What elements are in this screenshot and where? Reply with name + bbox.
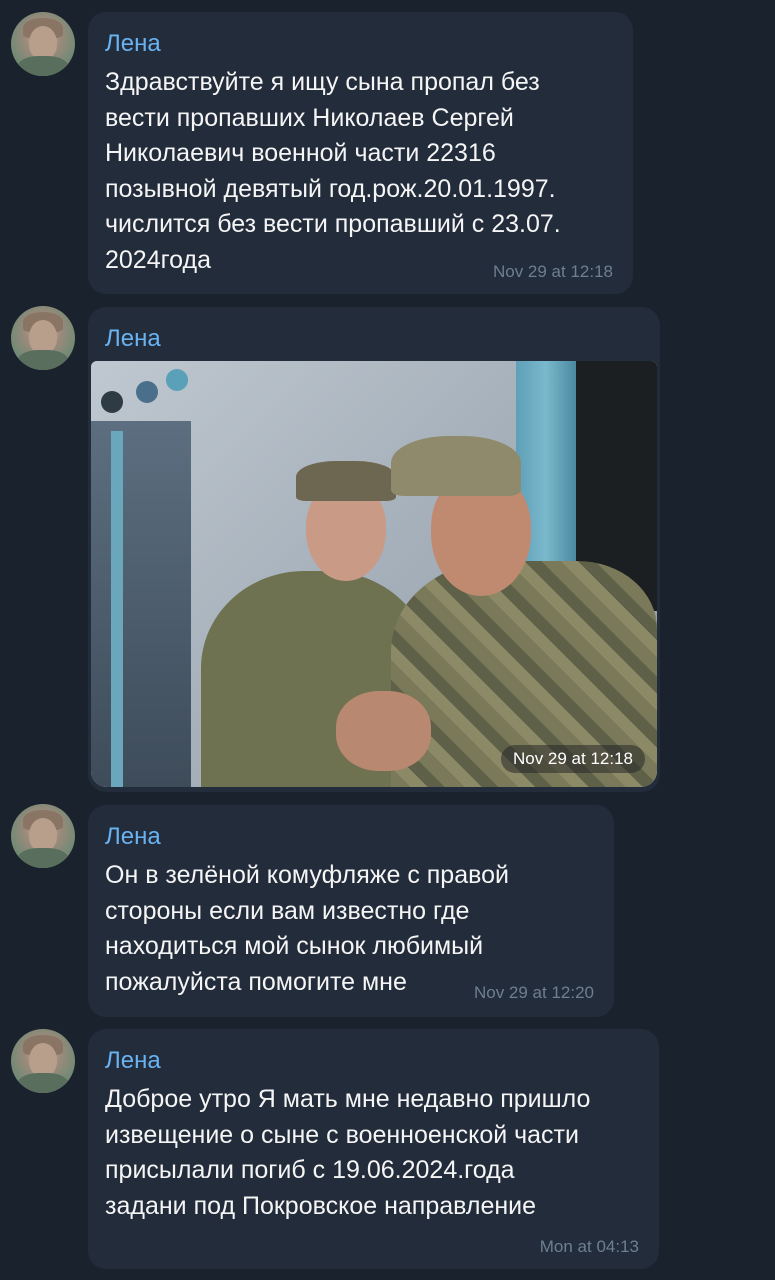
sender-avatar[interactable]	[11, 12, 75, 76]
message-bubble-4[interactable]: Лена Доброе утро Я мать мне недавно приш…	[88, 1029, 659, 1269]
message-text: Здравствуйте я ищу сына пропал без вести…	[105, 68, 561, 274]
message-bubble-2[interactable]: Лена Nov 29 at 12:18	[88, 307, 660, 792]
sender-name[interactable]: Лена	[105, 30, 161, 58]
attached-photo[interactable]: Nov 29 at 12:18	[91, 361, 657, 787]
message-bubble-1[interactable]: Лена Здравствуйте я ищу сына пропал без …	[88, 12, 633, 294]
sender-name[interactable]: Лена	[105, 325, 161, 353]
chat-message-list[interactable]: Лена Здравствуйте я ищу сына пропал без …	[0, 0, 775, 1280]
sender-avatar[interactable]	[11, 1029, 75, 1093]
message-time: Nov 29 at 12:20	[473, 983, 594, 1002]
sender-name[interactable]: Лена	[105, 1047, 161, 1075]
sender-avatar[interactable]	[11, 306, 75, 370]
message-text: Он в зелёной комуфляже с правой стороны …	[105, 861, 509, 996]
message-bubble-3[interactable]: Лена Он в зелёной комуфляже с правой сто…	[88, 805, 614, 1017]
message-time: Mon at 04:13	[539, 1237, 639, 1256]
message-time: Nov 29 at 12:18	[492, 262, 613, 281]
photo-time-badge: Nov 29 at 12:18	[500, 745, 645, 773]
sender-name[interactable]: Лена	[105, 823, 161, 851]
sender-avatar[interactable]	[11, 804, 75, 868]
message-text: Доброе утро Я мать мне недавно пришло из…	[105, 1085, 591, 1220]
